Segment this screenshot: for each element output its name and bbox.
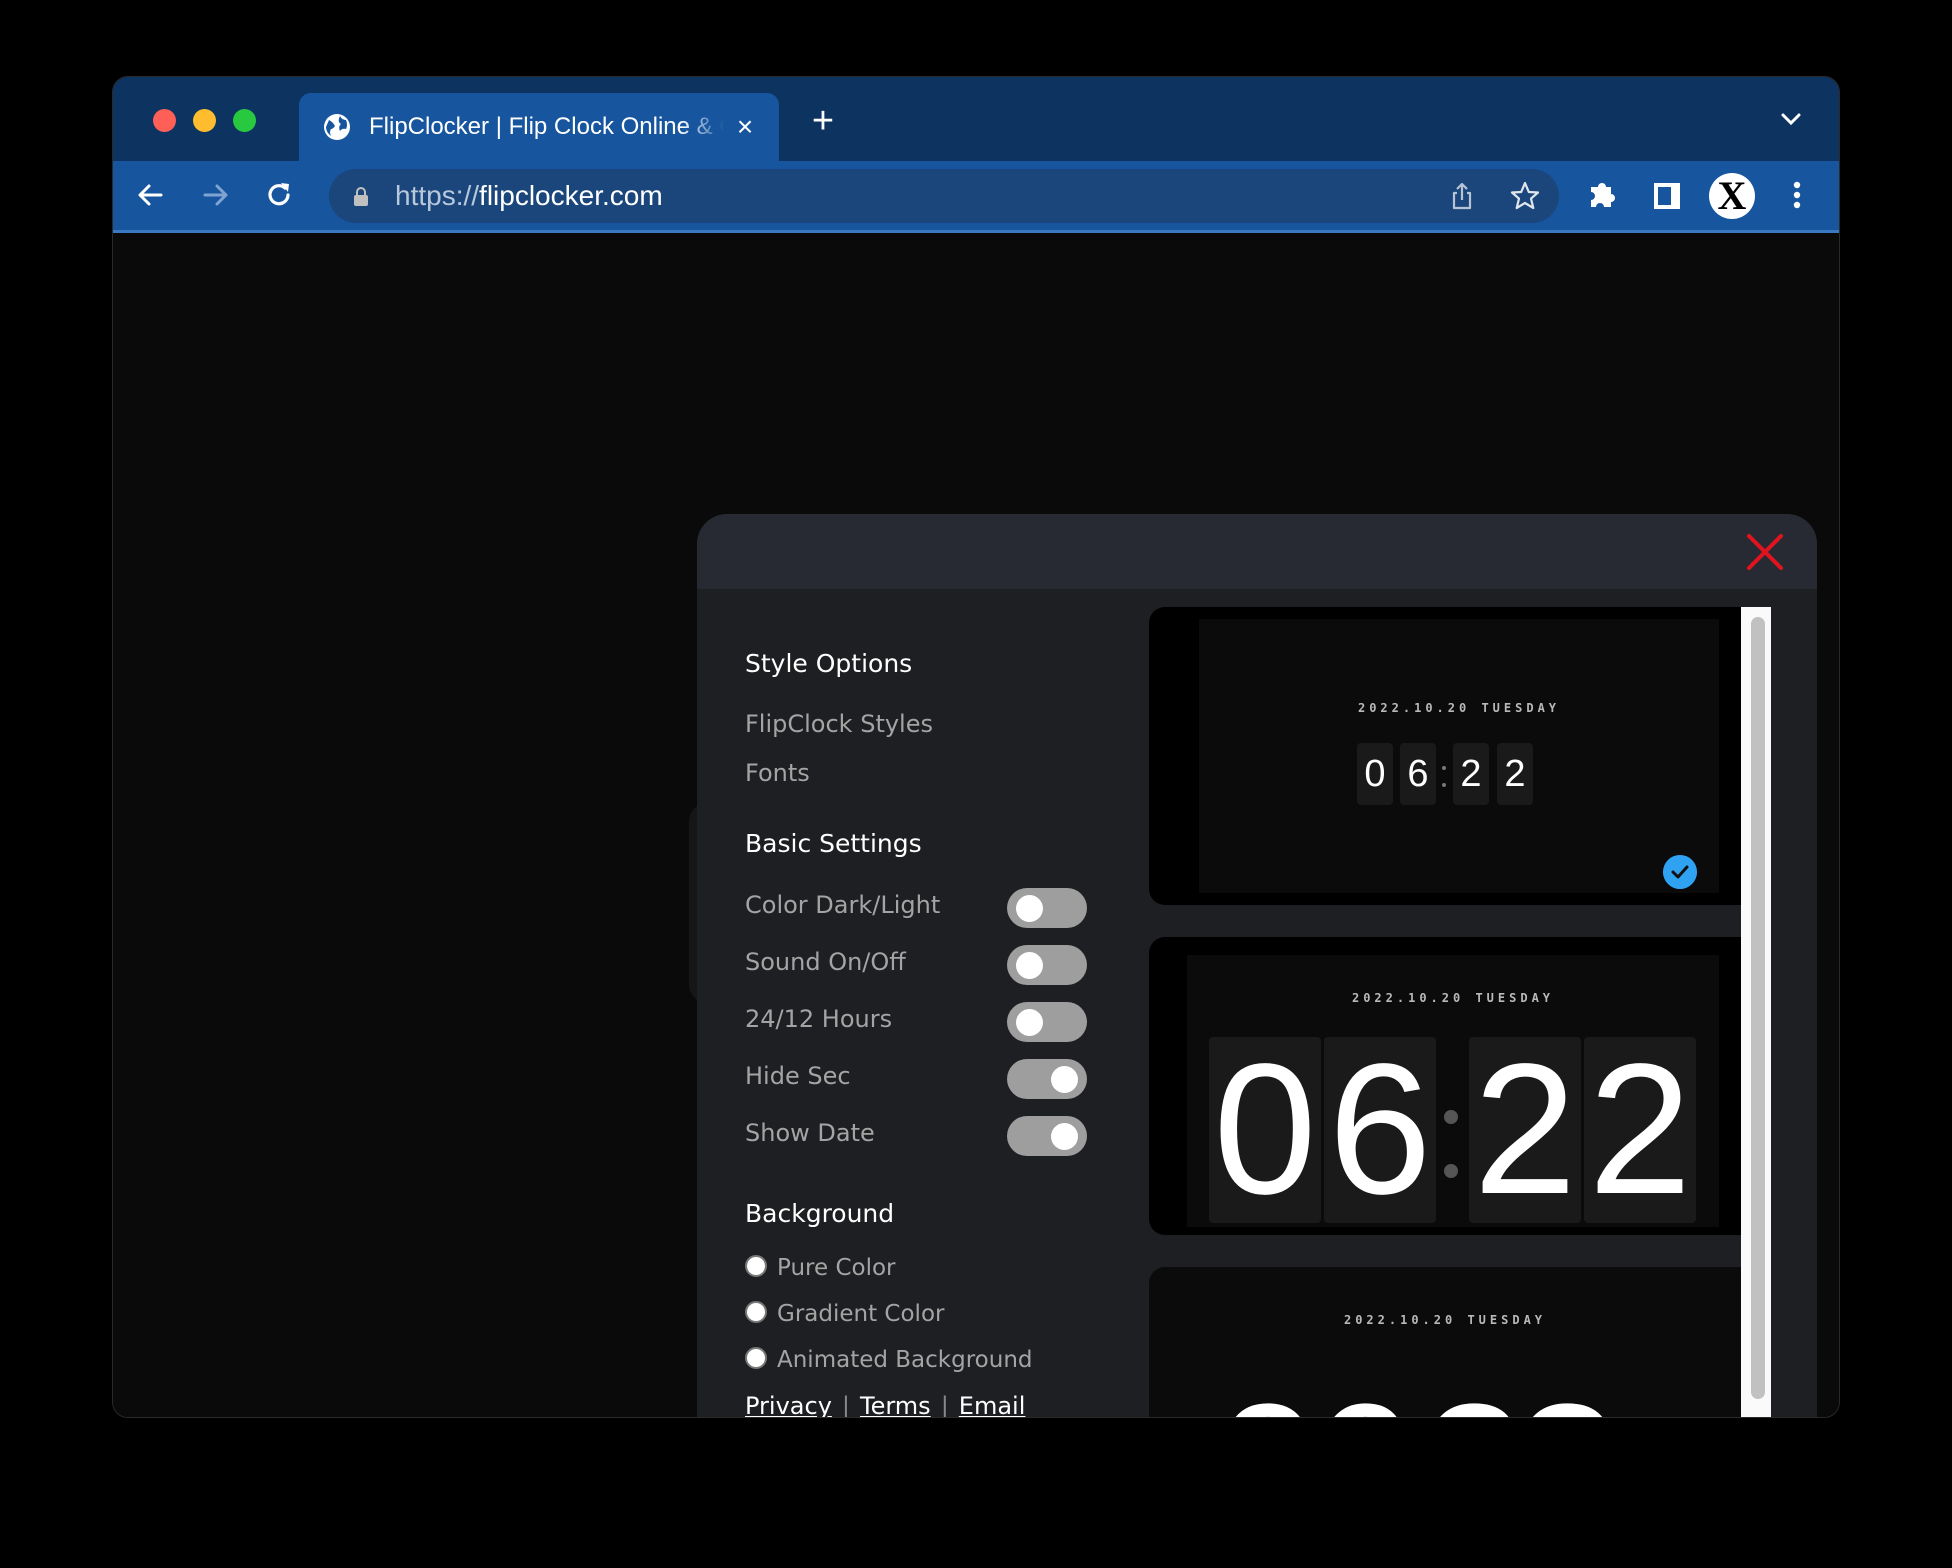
link-separator: |: [841, 1392, 850, 1418]
close-tab-icon[interactable]: ×: [731, 113, 759, 141]
hide-sec-toggle[interactable]: [1007, 1059, 1087, 1099]
preview-digit: 0: [1209, 1037, 1321, 1223]
link-separator: |: [940, 1392, 949, 1418]
colon-dot: [1442, 783, 1446, 787]
close-icon[interactable]: [1743, 530, 1787, 574]
reload-icon[interactable]: [259, 175, 299, 215]
toggle-knob: [1016, 1009, 1043, 1036]
privacy-link[interactable]: Privacy: [745, 1392, 832, 1417]
lock-icon: [354, 187, 368, 206]
style-preview-card[interactable]: 2022.10.20 TUESDAY 0 6 2 3: [1149, 1267, 1741, 1417]
preview-screen: 2022.10.20 TUESDAY 0 6 2 2: [1199, 619, 1719, 893]
preview-date: 2022.10.20 TUESDAY: [1351, 991, 1555, 1005]
share-icon[interactable]: [1447, 181, 1477, 211]
maximize-window-button[interactable]: [233, 109, 256, 132]
minimize-window-button[interactable]: [193, 109, 216, 132]
browser-toolbar: https://flipclocker.com X: [113, 161, 1839, 233]
preview-digit: 0: [1215, 1371, 1321, 1417]
toggle-label-sound: Sound On/Off: [745, 948, 906, 976]
side-panel-icon[interactable]: [1647, 175, 1687, 215]
globe-icon: [324, 114, 350, 140]
profile-avatar[interactable]: X: [1709, 173, 1755, 219]
footer-links: Privacy | Terms | Email: [745, 1392, 1026, 1418]
hours-format-toggle[interactable]: [1007, 1002, 1087, 1042]
colon-dot: [1444, 1110, 1458, 1124]
radio-label-gradient-color[interactable]: Gradient Color: [777, 1301, 944, 1327]
preview-date: 2022.10.20 TUESDAY: [1343, 1313, 1547, 1327]
toggle-knob: [1051, 1123, 1078, 1150]
preview-date: 2022.10.20 TUESDAY: [1357, 701, 1561, 715]
style-previews: 2022.10.20 TUESDAY 0 6 2 2 2022.10.20 TU…: [1149, 607, 1741, 1417]
url-host: flipclocker.com: [479, 180, 663, 211]
preview-digit: 6: [1324, 1037, 1436, 1223]
close-window-button[interactable]: [153, 109, 176, 132]
style-preview-card[interactable]: 2022.10.20 TUESDAY 0 6 2 2: [1149, 937, 1741, 1235]
pure-color-radio[interactable]: [745, 1255, 767, 1277]
preview-digit: 6: [1400, 743, 1436, 805]
colon-dot: [1442, 766, 1446, 770]
email-link[interactable]: Email: [959, 1392, 1026, 1417]
sound-toggle[interactable]: [1007, 945, 1087, 985]
forward-arrow-icon[interactable]: [195, 175, 235, 215]
new-tab-button[interactable]: +: [803, 101, 843, 141]
show-date-toggle[interactable]: [1007, 1116, 1087, 1156]
tab-strip: FlipClocker | Flip Clock Online & Countd…: [113, 77, 1839, 161]
toggle-knob: [1016, 895, 1043, 922]
basic-settings-heading: Basic Settings: [745, 829, 922, 858]
scrollbar-thumb[interactable]: [1751, 617, 1765, 1399]
preview-digit: 0: [1357, 743, 1393, 805]
modal-header: [697, 514, 1817, 589]
selected-check-icon: [1663, 855, 1697, 889]
style-preview-card[interactable]: 2022.10.20 TUESDAY 0 6 2 2: [1149, 607, 1741, 905]
toggle-knob: [1051, 1066, 1078, 1093]
colon-dot: [1444, 1164, 1458, 1178]
preview-digit: 6: [1309, 1371, 1415, 1417]
style-options-heading: Style Options: [745, 649, 913, 678]
back-arrow-icon[interactable]: [131, 175, 171, 215]
animated-background-radio[interactable]: [745, 1347, 767, 1369]
radio-label-pure-color[interactable]: Pure Color: [777, 1255, 896, 1281]
toggle-knob: [1016, 952, 1043, 979]
preview-digit: 3: [1515, 1371, 1621, 1417]
color-dark-light-toggle[interactable]: [1007, 888, 1087, 928]
toggle-label-show-date: Show Date: [745, 1119, 875, 1147]
bookmark-star-icon[interactable]: [1509, 180, 1541, 212]
more-menu-icon[interactable]: [1777, 175, 1817, 215]
gradient-color-radio[interactable]: [745, 1301, 767, 1323]
preview-digit: 2: [1584, 1037, 1696, 1223]
settings-modal: Style Options FlipClock Styles Fonts Bas…: [697, 514, 1817, 1418]
url-text[interactable]: https://flipclocker.com: [395, 179, 663, 213]
page-content: Style Options FlipClock Styles Fonts Bas…: [113, 233, 1839, 1418]
toggle-label-hide-sec: Hide Sec: [745, 1062, 851, 1090]
preview-digit: 2: [1421, 1371, 1527, 1417]
preview-digit: 2: [1469, 1037, 1581, 1223]
preview-digit: 2: [1453, 743, 1489, 805]
menu-item-fonts[interactable]: Fonts: [745, 759, 810, 787]
browser-window: FlipClocker | Flip Clock Online & Countd…: [112, 76, 1840, 1418]
url-scheme: https://: [395, 180, 480, 211]
background-heading: Background: [745, 1199, 895, 1228]
terms-link[interactable]: Terms: [860, 1392, 931, 1417]
tab-flipclocker[interactable]: FlipClocker | Flip Clock Online & Countd…: [299, 93, 779, 161]
preview-screen: 2022.10.20 TUESDAY 0 6 2 2: [1187, 955, 1719, 1227]
address-bar[interactable]: https://flipclocker.com: [329, 169, 1559, 223]
chevron-down-icon[interactable]: [1773, 101, 1809, 137]
radio-label-animated-background[interactable]: Animated Background: [777, 1347, 1033, 1373]
toggle-label-color: Color Dark/Light: [745, 891, 941, 919]
extensions-puzzle-icon[interactable]: [1583, 175, 1623, 215]
preview-digit: 2: [1497, 743, 1533, 805]
tab-title: FlipClocker | Flip Clock Online & Countd…: [369, 113, 724, 140]
previews-scrollbar[interactable]: [1741, 607, 1771, 1417]
menu-item-flipclock-styles[interactable]: FlipClock Styles: [745, 710, 933, 738]
toggle-label-hours: 24/12 Hours: [745, 1005, 893, 1033]
